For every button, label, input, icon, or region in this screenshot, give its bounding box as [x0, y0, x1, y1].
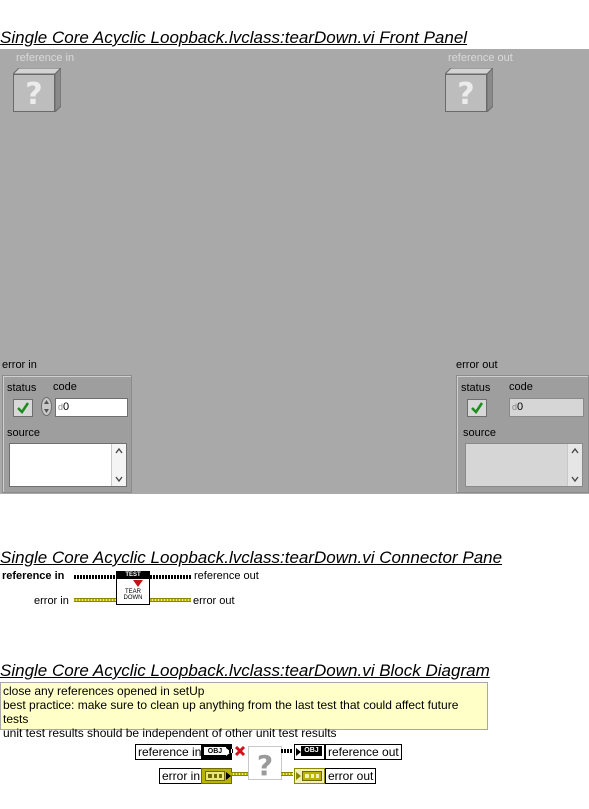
error-in-status-checkbox[interactable] — [13, 399, 33, 417]
front-panel-title: Single Core Acyclic Loopback.lvclass:tea… — [0, 28, 468, 47]
error-out-source-label: source — [463, 427, 497, 439]
bd-error-out-label: error out — [325, 768, 377, 784]
bd-error-out-terminal[interactable] — [294, 768, 325, 784]
cp-error-out-label: error out — [193, 595, 235, 607]
bd-reference-out-label: reference out — [325, 744, 402, 760]
bd-error-in-terminal[interactable] — [201, 768, 232, 784]
cp-reference-out-label: reference out — [194, 570, 259, 582]
svg-text:?: ? — [25, 77, 42, 112]
bd-reference-out-terminal[interactable]: OBJ — [294, 744, 325, 760]
error-out-label: error out — [456, 359, 498, 371]
bd-reference-wire-in — [229, 749, 233, 753]
bd-reference-in-terminal[interactable]: OBJ — [201, 744, 232, 760]
check-icon — [471, 402, 484, 414]
error-in-source-field[interactable] — [9, 443, 127, 487]
error-out-code-value: 0 — [517, 401, 524, 413]
bd-reference-in-label: reference in — [135, 744, 205, 760]
front-panel: reference in ? reference out ? error in … — [0, 49, 589, 494]
error-in-code-label: code — [53, 381, 77, 393]
bd-error-wire-out — [281, 772, 293, 776]
error-out-status-label: status — [461, 382, 491, 394]
teardown-vi-icon[interactable]: TEST TEAR DOWN — [116, 571, 150, 605]
error-out-status-led — [467, 399, 487, 417]
error-cluster-icon — [302, 771, 322, 781]
bd-reference-wire-out — [281, 749, 293, 753]
down-arrow-icon — [133, 580, 143, 587]
svg-text:?: ? — [457, 77, 474, 112]
error-out-source-scrollbar[interactable] — [567, 444, 582, 486]
bd-error-wire-in — [231, 772, 248, 776]
block-diagram-title: Single Core Acyclic Loopback.lvclass:tea… — [0, 661, 490, 680]
comment-line: close any references opened in setUp — [3, 684, 205, 698]
cp-error-in-label: error in — [34, 595, 69, 607]
comment-line: unit test results should be independent … — [3, 726, 337, 740]
error-out-cluster: status code d 0 source — [456, 375, 589, 493]
close-reference-subvi[interactable]: ? — [248, 746, 282, 782]
error-out-source-field — [465, 443, 583, 487]
question-mark-icon: ? — [257, 749, 273, 782]
error-in-source-scrollbar[interactable] — [111, 444, 126, 486]
obj-tag: OBJ — [301, 746, 322, 756]
unknown-class-icon: ? — [11, 66, 63, 114]
vi-icon-banner: TEST — [117, 572, 149, 579]
bd-error-in-label: error in — [159, 768, 204, 784]
error-in-code-field[interactable]: d 0 — [55, 398, 128, 417]
reference-in-label: reference in — [16, 52, 75, 64]
cp-reference-in-label: reference in — [2, 570, 65, 582]
reference-in-control[interactable]: ? — [11, 66, 63, 114]
reference-out-label: reference out — [448, 52, 513, 64]
error-in-status-label: status — [7, 382, 37, 394]
check-icon — [17, 402, 30, 414]
error-in-source-label: source — [7, 427, 41, 439]
error-out-code-label: code — [509, 381, 533, 393]
scroll-arrows-icon — [571, 447, 579, 483]
error-in-cluster: status code d 0 source — [2, 375, 132, 493]
unknown-class-icon: ? — [443, 66, 495, 114]
cp-error-out-wire — [147, 598, 191, 602]
reference-out-indicator: ? — [443, 66, 495, 114]
cp-error-in-wire — [74, 598, 117, 602]
error-in-label: error in — [2, 359, 37, 371]
error-in-code-value: 0 — [63, 401, 70, 413]
svg-text:?: ? — [257, 749, 273, 779]
comment-line: best practice: make sure to clean up any… — [3, 698, 459, 726]
error-in-code-increment[interactable] — [41, 397, 52, 416]
input-arrow-icon — [296, 772, 301, 780]
diagram-comment: close any references opened in setUp bes… — [0, 682, 488, 740]
error-cluster-icon — [205, 771, 225, 781]
cp-reference-out-wire — [147, 575, 191, 579]
up-down-arrows-icon — [41, 397, 52, 416]
close-reference-icon — [234, 745, 246, 757]
scroll-arrows-icon — [115, 447, 123, 483]
vi-icon-line2: DOWN — [123, 595, 143, 601]
obj-tag: OBJ — [204, 747, 226, 755]
error-out-code-field: d 0 — [509, 398, 584, 417]
connector-pane-title: Single Core Acyclic Loopback.lvclass:tea… — [0, 548, 503, 567]
cp-reference-in-wire — [74, 575, 117, 579]
